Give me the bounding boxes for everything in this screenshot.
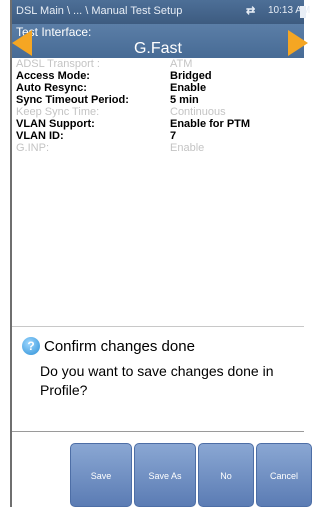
- next-arrow-icon[interactable]: [288, 30, 308, 56]
- save-button[interactable]: Save: [70, 443, 132, 507]
- param-label: Sync Timeout Period:: [16, 94, 129, 106]
- param-value[interactable]: 5 min: [170, 94, 199, 106]
- previous-arrow-icon[interactable]: [12, 30, 32, 56]
- param-row-auto-resync[interactable]: Auto Resync: Enable: [12, 82, 304, 94]
- breadcrumb: DSL Main \ ... \ Manual Test Setup: [16, 5, 183, 17]
- param-value: Enable: [170, 142, 205, 154]
- network-icon: ⇄: [246, 5, 256, 17]
- param-row-vlan-support[interactable]: VLAN Support: Enable for PTM: [12, 118, 304, 130]
- param-label: Access Mode:: [16, 70, 90, 82]
- battery-icon: [300, 6, 306, 18]
- cancel-button[interactable]: Cancel: [256, 443, 312, 507]
- param-row-keep-sync-time: Keep Sync Time: Continuous: [12, 106, 304, 118]
- param-value[interactable]: Enable: [170, 82, 206, 94]
- status-bar: DSL Main \ ... \ Manual Test Setup ⇄ 10:…: [12, 0, 310, 24]
- param-value: ATM: [170, 58, 193, 70]
- param-label: VLAN Support:: [16, 118, 95, 130]
- param-label: Keep Sync Time:: [16, 106, 100, 118]
- parameter-list: ADSL Transport : ATM Access Mode: Bridge…: [12, 58, 304, 154]
- param-row-sync-timeout[interactable]: Sync Timeout Period: 5 min: [12, 94, 304, 106]
- param-value[interactable]: Enable for PTM: [170, 118, 250, 130]
- question-icon: ?: [22, 337, 40, 355]
- app-window: DSL Main \ ... \ Manual Test Setup ⇄ 10:…: [12, 0, 312, 507]
- confirm-dialog: ? Confirm changes done Do you want to sa…: [12, 326, 304, 432]
- save-as-button[interactable]: Save As: [134, 443, 196, 507]
- dialog-message: Do you want to save changes done in Prof…: [40, 363, 274, 398]
- param-value[interactable]: Bridged: [170, 70, 212, 82]
- param-row-access-mode[interactable]: Access Mode: Bridged: [12, 70, 304, 82]
- param-label: G.INP:: [16, 142, 50, 154]
- param-row-ginp: G.INP: Enable: [12, 142, 304, 154]
- param-label: ADSL Transport :: [16, 58, 100, 70]
- param-label: Auto Resync:: [16, 82, 87, 94]
- param-value[interactable]: 7: [170, 130, 176, 142]
- test-interface-value: G.Fast: [133, 40, 182, 57]
- test-interface-selector: Test Interface: G.Fast: [12, 24, 304, 58]
- button-bar: Save Save As No Cancel: [12, 432, 312, 507]
- param-value: Continuous: [170, 106, 226, 118]
- param-row-vlan-id[interactable]: VLAN ID: 7: [12, 130, 304, 142]
- param-row-adsl-transport: ADSL Transport : ATM: [12, 58, 304, 70]
- param-label: VLAN ID:: [16, 130, 64, 142]
- no-button[interactable]: No: [198, 443, 254, 507]
- dialog-title: Confirm changes done: [44, 338, 195, 355]
